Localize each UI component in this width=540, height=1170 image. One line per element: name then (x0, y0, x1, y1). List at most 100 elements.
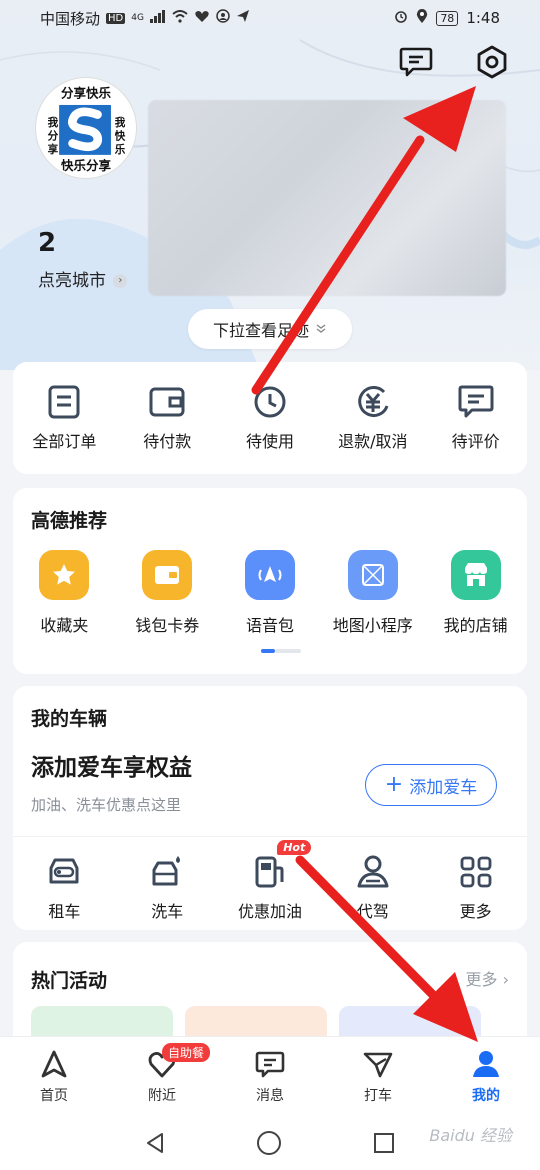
vehicle-more-label: 更多 (459, 902, 492, 921)
grid-more-icon (460, 856, 491, 888)
settings-hexagon-icon[interactable] (474, 44, 510, 80)
rec-map-app-label: 地图小程序 (332, 616, 413, 635)
chevron-right-icon: › (502, 970, 509, 989)
vehicle-driver[interactable]: 代驾 (321, 846, 424, 922)
order-all-label: 全部订单 (32, 432, 97, 451)
vehicle-car-wash[interactable]: 洗车 (116, 846, 219, 922)
vehicle-more[interactable]: 更多 (424, 846, 527, 922)
vehicle-subtitle: 加油、洗车优惠点这里 (31, 796, 182, 814)
back-triangle-icon[interactable] (144, 1131, 166, 1155)
svg-text:享: 享 (48, 143, 59, 156)
tab-messages[interactable]: 消息 (216, 1037, 324, 1116)
tab-nearby[interactable]: 自助餐 附近 (108, 1037, 216, 1116)
navigate-arrow-icon (41, 1050, 67, 1077)
tab-taxi-label: 打车 (364, 1087, 392, 1104)
voice-icon (244, 550, 295, 600)
order-to-review-label: 待评价 (451, 432, 500, 451)
activities-more-link[interactable]: 更多 › (465, 966, 509, 990)
tab-taxi[interactable]: 打车 (324, 1037, 432, 1116)
order-to-review[interactable]: 待评价 (424, 362, 527, 474)
vehicle-rent-car[interactable]: 租车 (13, 846, 116, 922)
vehicle-car-wash-label: 洗车 (151, 902, 184, 921)
network-badge: HD (106, 12, 126, 24)
orders-card: 全部订单 待付款 待使用 退款/取消 待评价 (13, 362, 527, 474)
star-icon (39, 550, 90, 600)
rec-map-app[interactable]: 地图小程序 (321, 540, 424, 636)
divider (13, 836, 527, 837)
rec-voice[interactable]: 语音包 (219, 540, 322, 636)
rec-my-shop-label: 我的店铺 (443, 616, 508, 635)
page-indicator (261, 649, 301, 653)
profile-icon (473, 1050, 499, 1077)
car-wash-icon (152, 856, 181, 886)
rec-favorites[interactable]: 收藏夹 (13, 540, 116, 636)
order-pending-payment[interactable]: 待付款 (116, 362, 219, 474)
svg-text:我: 我 (48, 116, 59, 129)
activities-more-label: 更多 (465, 970, 498, 989)
battery-indicator: 78 (436, 10, 459, 26)
home-circle-icon[interactable] (256, 1130, 282, 1156)
vehicle-fuel-discount-label: 优惠加油 (237, 902, 302, 921)
wifi-icon (172, 9, 188, 27)
recommend-title: 高德推荐 (31, 510, 108, 532)
order-to-use[interactable]: 待使用 (219, 362, 322, 474)
rec-my-shop[interactable]: 我的店铺 (424, 540, 527, 636)
rec-favorites-label: 收藏夹 (40, 616, 89, 635)
pull-footprint-button[interactable]: 下拉查看足迹 (188, 309, 352, 349)
vehicle-fuel-discount[interactable]: Hot 优惠加油 (219, 840, 322, 922)
recents-square-icon[interactable] (372, 1131, 396, 1155)
avatar-logo: 分享快乐 快乐分享 我 分 享 我 快 乐 (38, 80, 134, 176)
svg-text:快乐分享: 快乐分享 (61, 158, 111, 173)
send-icon (236, 9, 250, 27)
heart-check-icon (194, 9, 210, 27)
lit-cities-label: 点亮城市 (38, 271, 106, 291)
wallet-icon (149, 387, 185, 417)
shop-icon (450, 550, 501, 600)
tab-home-label: 首页 (40, 1087, 68, 1104)
rec-voice-label: 语音包 (245, 616, 294, 635)
avatar[interactable]: 分享快乐 快乐分享 我 分 享 我 快 乐 (36, 78, 136, 178)
signal-icon (149, 9, 166, 27)
double-chevron-down-icon (316, 324, 326, 333)
chevron-right-icon: › (113, 274, 128, 288)
review-icon (458, 385, 494, 418)
buffet-badge: 自助餐 (162, 1043, 211, 1062)
add-car-label: 添加爱车 (409, 777, 478, 798)
bottom-tab-bar: 首页 自助餐 附近 消息 打车 我的 (0, 1036, 540, 1116)
wallet-icon (142, 550, 193, 600)
tab-nearby-label: 附近 (148, 1087, 176, 1104)
carrier-name: 中国移动 (40, 9, 101, 28)
hot-badge: Hot (277, 840, 312, 855)
plus-icon: + (384, 772, 404, 797)
message-icon (255, 1051, 285, 1077)
location-icon (416, 9, 428, 27)
lit-cities-link[interactable]: 点亮城市 › (38, 266, 128, 291)
rec-wallet[interactable]: 钱包卡券 (116, 540, 219, 636)
svg-text:快: 快 (114, 130, 126, 143)
vehicle-rent-car-label: 租车 (48, 902, 81, 921)
watermark: Baidu 经验 (429, 1126, 512, 1145)
vehicle-title: 我的车辆 (31, 708, 108, 730)
recommend-card: 高德推荐 收藏夹 钱包卡券 语音包 地图小程序 我的店铺 (13, 488, 527, 674)
add-car-button[interactable]: + 添加爱车 (365, 764, 497, 806)
status-bar: 中国移动 HD 4G 78 1:48 (0, 0, 540, 36)
pull-footprint-label: 下拉查看足迹 (212, 321, 309, 340)
tab-home[interactable]: 首页 (0, 1037, 108, 1116)
order-to-use-label: 待使用 (245, 432, 294, 451)
fuel-icon (255, 856, 284, 888)
tab-profile[interactable]: 我的 (432, 1037, 540, 1116)
tab-messages-label: 消息 (256, 1087, 284, 1104)
order-all[interactable]: 全部订单 (13, 362, 116, 474)
profile-status-icon (216, 9, 230, 27)
vehicle-card: 我的车辆 添加爱车享权益 加油、洗车优惠点这里 + 添加爱车 租车 洗车 Hot… (13, 686, 527, 930)
svg-text:乐: 乐 (115, 143, 126, 156)
rent-car-icon (49, 858, 79, 884)
message-icon[interactable] (398, 44, 434, 80)
order-refund[interactable]: 退款/取消 (321, 362, 424, 474)
network-type: 4G (131, 13, 144, 23)
clock-time: 1:48 (466, 9, 500, 27)
vehicle-promo: 添加爱车享权益 (31, 755, 192, 781)
lit-cities-count: 2 (38, 228, 57, 258)
vehicle-driver-label: 代驾 (356, 902, 389, 921)
activities-title: 热门活动 (31, 970, 108, 992)
